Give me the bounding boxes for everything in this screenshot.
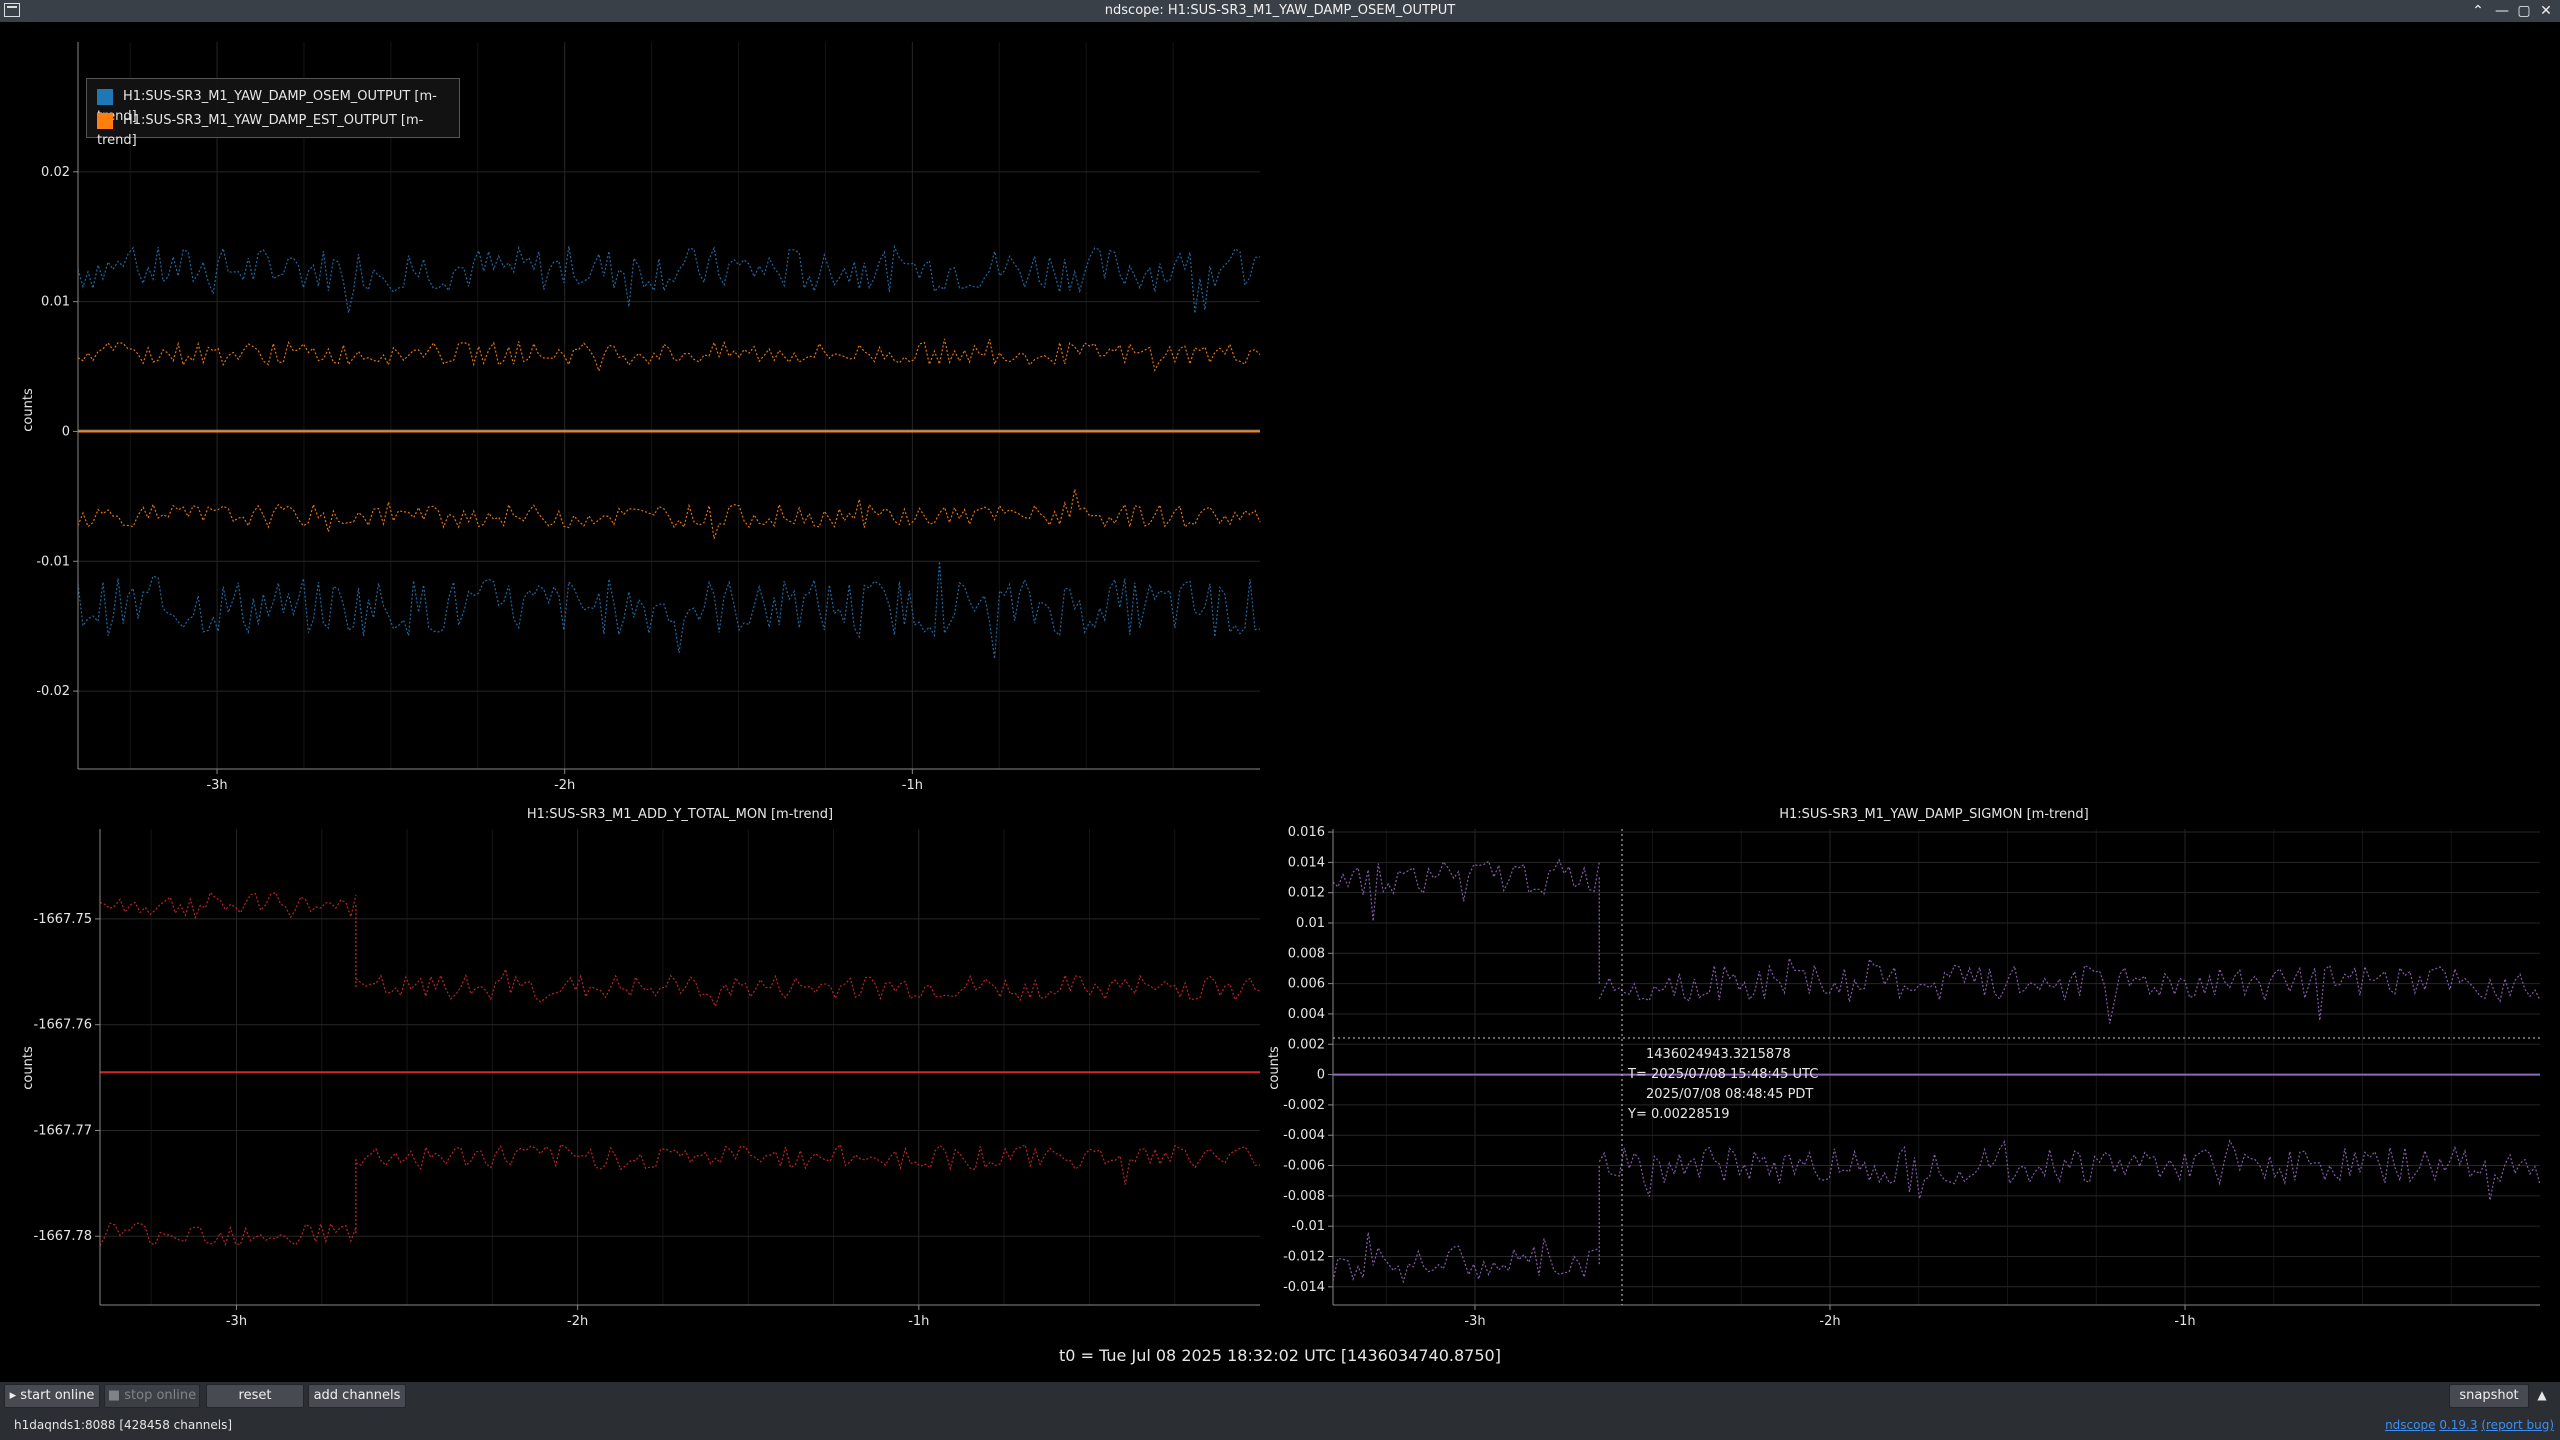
stop-online-label: stop online [124,1388,197,1403]
window-titlebar: ndscope: H1:SUS-SR3_M1_YAW_DAMP_OSEM_OUT… [0,0,2560,23]
start-online-icon: ▸ [9,1388,21,1403]
ytick-label: 0.002 [1288,1037,1325,1052]
xtick-label: -3h [206,778,227,793]
legend-item-est[interactable]: H1:SUS-SR3_M1_YAW_DAMP_EST_OUTPUT [m-tre… [97,111,459,148]
window-title: ndscope: H1:SUS-SR3_M1_YAW_DAMP_OSEM_OUT… [1104,3,1456,18]
ndscope-link[interactable]: ndscope [2385,1418,2435,1432]
plot-top[interactable]: 0.02 0.01 0 -0.01 -0.02 -3h -2h -1h counts [21,42,1261,793]
xtick-label: -3h [1464,1314,1485,1329]
legend-swatch-osem [97,88,113,105]
ytick-label: -0.01 [36,554,70,569]
cursor-utc-label: T= 2025/07/08 15:48:45 UTC [1627,1067,1818,1082]
stop-online-icon: ■ [107,1388,125,1403]
ytick-label: 0.008 [1288,946,1325,961]
minimize-button[interactable]: — [2493,2,2511,20]
ytick-label: -0.01 [1291,1219,1325,1234]
xtick-label: -1h [2174,1314,2195,1329]
server-status: h1daqnds1:8088 [428458 channels] [14,1418,233,1432]
ytick-label: -0.02 [36,684,70,699]
ytick-label: -0.014 [1283,1280,1325,1295]
roll-up-icon[interactable]: ⌃ [2469,2,2487,20]
legend-swatch-est [97,112,113,129]
ytick-label: -1667.77 [34,1123,92,1138]
ytick-label: 0.016 [1288,825,1325,840]
ytick-label: -0.004 [1283,1128,1325,1143]
snapshot-button[interactable]: snapshot [2449,1384,2529,1408]
ytick-label: 0.014 [1288,855,1325,870]
xtick-label: -1h [902,778,923,793]
cursor-gps-label: 1436024943.3215878 [1646,1047,1791,1062]
menu-expand-icon[interactable]: ▲ [2534,1388,2550,1404]
plot-bottom-left[interactable]: H1:SUS-SR3_M1_ADD_Y_TOTAL_MON [m-trend] … [21,807,1261,1329]
ytick-label: 0.004 [1288,1007,1325,1022]
plot-top-xticks: -3h -2h -1h [206,769,923,793]
ytick-label: -0.008 [1283,1189,1325,1204]
plot-area: 0.02 0.01 0 -0.01 -0.02 -3h -2h -1h counts H1:… [0,22,2560,1382]
ytick-label: -0.006 [1283,1159,1325,1174]
plot-bottom-right-yticks: 0.016 0.014 0.012 0.01 0.008 0.006 0.004 0.002 0… [1283,825,1333,1295]
maximize-button[interactable]: ▢ [2515,2,2533,20]
xtick-label: -3h [226,1314,247,1329]
plot-bottom-right-viewbox[interactable] [1333,829,2540,1305]
plot-bottom-right-ylabel: counts [1267,1046,1282,1090]
plot-bottom-left-ylabel: counts [21,1046,36,1090]
plot-bottom-left-viewbox[interactable] [100,829,1260,1305]
xtick-label: -2h [1819,1314,1840,1329]
start-online-button[interactable]: ▸ start online [4,1384,100,1408]
ytick-label: 0 [62,424,70,439]
plot-top-ylabel: counts [21,388,36,432]
plot-top-viewbox[interactable] [78,42,1260,769]
xtick-label: -1h [908,1314,929,1329]
xtick-label: -2h [554,778,575,793]
plot-bottom-right-xticks: -3h -2h -1h [1464,1305,2196,1329]
t0-label: t0 = Tue Jul 08 2025 18:32:02 UTC [14360… [1059,1346,1501,1365]
close-button[interactable]: ✕ [2537,2,2555,20]
ytick-label: 0.01 [1296,916,1325,931]
cursor-y-label: Y= 0.00228519 [1627,1107,1730,1122]
start-online-label: start online [20,1388,95,1403]
plot-bottom-left-xticks: -3h -2h -1h [226,1305,929,1329]
ytick-label: -0.012 [1283,1249,1325,1264]
ytick-label: -1667.76 [34,1018,92,1033]
stop-online-button[interactable]: ■ stop online [104,1384,200,1408]
version-link[interactable]: 0.19.3 [2439,1418,2477,1432]
version-info: ndscope 0.19.3 (report bug) [2385,1418,2554,1432]
ytick-label: -1667.75 [34,912,92,927]
ytick-label: 0 [1317,1068,1325,1083]
plots-canvas[interactable]: 0.02 0.01 0 -0.01 -0.02 -3h -2h -1h counts H1:… [0,22,2560,1382]
ytick-label: 0.02 [41,165,70,180]
cursor-pdt-label: 2025/07/08 08:48:45 PDT [1646,1087,1813,1102]
plot-bottom-right[interactable]: H1:SUS-SR3_M1_YAW_DAMP_SIGMON [m-trend] … [1267,807,2541,1329]
ytick-label: -1667.78 [34,1229,92,1244]
ytick-label: 0.012 [1288,886,1325,901]
ytick-label: -0.002 [1283,1098,1325,1113]
reset-button[interactable]: reset [206,1384,304,1408]
report-bug-link[interactable]: (report bug) [2481,1418,2554,1432]
plot-top-legend[interactable]: H1:SUS-SR3_M1_YAW_DAMP_OSEM_OUTPUT [m-tr… [86,78,460,148]
add-channels-button[interactable]: add channels [308,1384,406,1408]
ytick-label: 0.006 [1288,977,1325,992]
xtick-label: -2h [567,1314,588,1329]
ytick-label: 0.01 [41,295,70,310]
plot-bottom-left-yticks: -1667.75 -1667.76 -1667.77 -1667.78 [34,912,100,1244]
legend-item-osem[interactable]: H1:SUS-SR3_M1_YAW_DAMP_OSEM_OUTPUT [m-tr… [97,87,459,124]
plot-bottom-right-title: H1:SUS-SR3_M1_YAW_DAMP_SIGMON [m-trend] [1779,807,2089,822]
plot-bottom-left-title: H1:SUS-SR3_M1_ADD_Y_TOTAL_MON [m-trend] [527,807,833,822]
plot-top-yticks: 0.02 0.01 0 -0.01 -0.02 [36,165,78,699]
